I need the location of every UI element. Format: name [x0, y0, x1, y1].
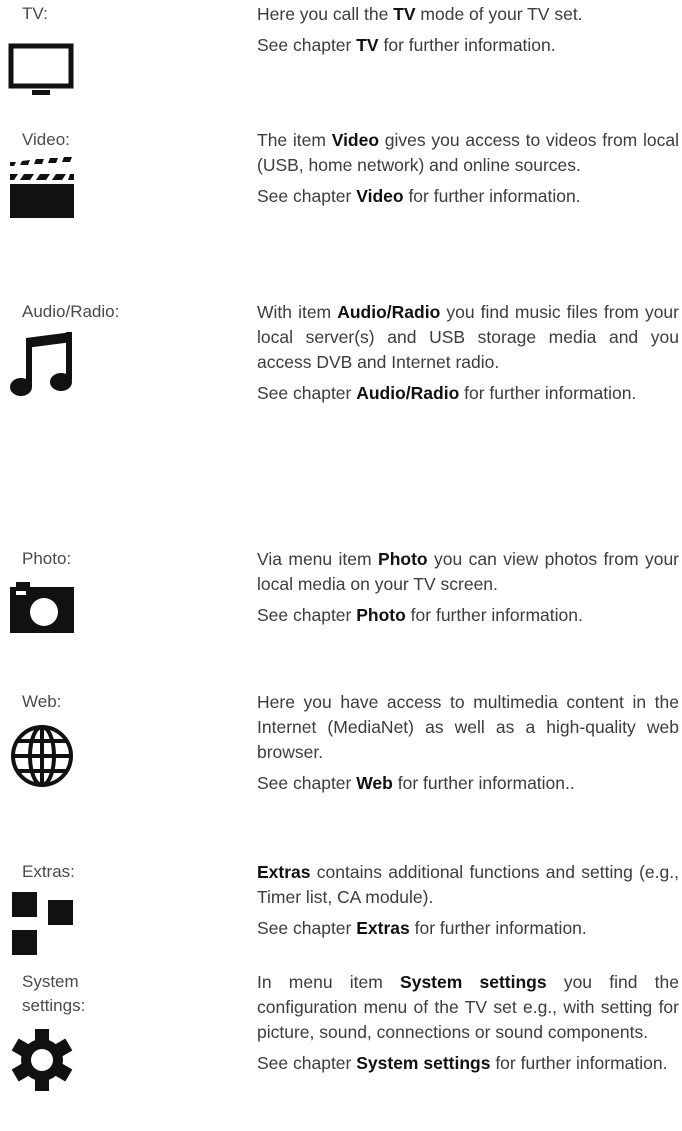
- desc-paragraph: With item Audio/Radio you find music fil…: [257, 302, 679, 372]
- desc-paragraph: See chapter Extras for further informati…: [257, 918, 587, 938]
- desc-paragraph: See chapter System settings for further …: [257, 1053, 668, 1073]
- entry-description: Extras contains additional functions and…: [257, 860, 679, 947]
- desc-paragraph: Here you call the TV mode of your TV set…: [257, 4, 583, 24]
- squares-icon: [8, 890, 76, 958]
- entry-description: The item Video gives you access to video…: [257, 128, 679, 215]
- globe-icon: [8, 722, 76, 790]
- desc-paragraph: The item Video gives you access to video…: [257, 130, 679, 175]
- entry-description: Via menu item Photo you can view photos …: [257, 547, 679, 634]
- desc-paragraph: See chapter Audio/Radio for further info…: [257, 383, 637, 403]
- entry-description: In menu item System settings you find th…: [257, 970, 679, 1082]
- desc-paragraph: Via menu item Photo you can view photos …: [257, 549, 679, 594]
- desc-paragraph: Here you have access to multimedia conte…: [257, 692, 679, 762]
- entry-label: System settings:: [22, 972, 86, 1015]
- music-note-icon: [8, 332, 76, 400]
- entry-label: Audio/Radio:: [22, 302, 120, 321]
- entry-label: TV:: [22, 4, 48, 23]
- desc-paragraph: See chapter Photo for further informatio…: [257, 605, 583, 625]
- desc-paragraph: Extras contains additional functions and…: [257, 862, 679, 907]
- tv-icon: [8, 38, 76, 106]
- entry-description: Here you call the TV mode of your TV set…: [257, 2, 679, 64]
- entry-description: With item Audio/Radio you find music fil…: [257, 300, 679, 412]
- entry-label: Video:: [22, 130, 70, 149]
- gear-icon: [8, 1026, 76, 1094]
- entry-description: Here you have access to multimedia conte…: [257, 690, 679, 802]
- camera-icon: [8, 577, 76, 645]
- clapperboard-icon: [8, 156, 76, 224]
- desc-paragraph: See chapter TV for further information.: [257, 35, 556, 55]
- desc-paragraph: In menu item System settings you find th…: [257, 972, 679, 1042]
- entry-label: Photo:: [22, 549, 72, 568]
- entry-label: Web:: [22, 692, 62, 711]
- entry-label: Extras:: [22, 862, 75, 881]
- desc-paragraph: See chapter Video for further informatio…: [257, 186, 581, 206]
- desc-paragraph: See chapter Web for further information.…: [257, 773, 575, 793]
